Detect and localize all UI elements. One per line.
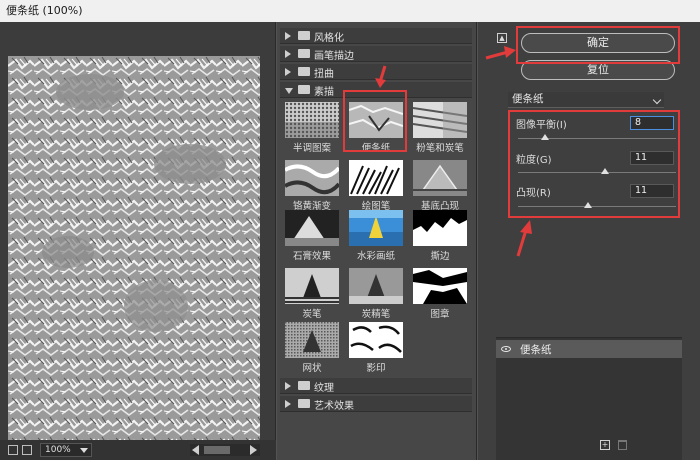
scroll-thumb[interactable] bbox=[204, 446, 230, 454]
folder-icon bbox=[298, 85, 310, 94]
folder-icon bbox=[298, 67, 310, 76]
thumb-label: 影印 bbox=[366, 363, 386, 374]
effect-layer-name: 便条纸 bbox=[520, 344, 552, 356]
expand-icon bbox=[285, 32, 291, 40]
filter-gallery: 风格化 画笔描边 扭曲 素描 半调图案 便条纸 粉笔和炭笔 铬黄渐变 绘图笔 基… bbox=[277, 22, 477, 460]
highlight-params bbox=[508, 110, 680, 218]
thumb-label: 炭笔 bbox=[302, 309, 322, 320]
filter-thumb-reticulation[interactable]: 网状 bbox=[283, 322, 341, 374]
thumb-label: 半调图案 bbox=[292, 143, 331, 154]
folder-icon bbox=[298, 49, 310, 58]
folder-label: 扭曲 bbox=[314, 69, 334, 80]
preview-image[interactable] bbox=[8, 56, 260, 440]
folder-icon bbox=[298, 399, 310, 408]
filter-thumb-photocopy[interactable]: 影印 bbox=[347, 322, 405, 374]
filter-thumb-bas-relief[interactable]: 基底凸现 bbox=[411, 160, 469, 212]
filter-thumb-conte-crayon[interactable]: 炭精笔 bbox=[347, 268, 405, 320]
preview-footer: 100% bbox=[0, 440, 276, 460]
folder-label: 画笔描边 bbox=[314, 51, 354, 62]
reset-label: 复位 bbox=[587, 63, 609, 76]
folder-icon bbox=[298, 381, 310, 390]
expand-icon bbox=[285, 68, 291, 76]
folder-stylize[interactable]: 风格化 bbox=[280, 28, 472, 44]
zoom-in-button[interactable] bbox=[22, 445, 32, 455]
expand-icon bbox=[285, 50, 291, 58]
expand-icon bbox=[285, 382, 291, 390]
filter-thumb-chrome[interactable]: 铬黄渐变 bbox=[283, 160, 341, 212]
folder-texture[interactable]: 纹理 bbox=[280, 378, 472, 394]
thumb-label: 炭精笔 bbox=[361, 309, 391, 320]
filter-thumb-torn-edges[interactable]: 撕边 bbox=[411, 210, 469, 262]
effect-layer-row[interactable]: 便条纸 bbox=[496, 340, 682, 358]
annotation-arrow-icon bbox=[375, 65, 387, 88]
filter-thumb-chalk-charcoal[interactable]: 粉笔和炭笔 bbox=[411, 102, 469, 154]
chevron-down-icon bbox=[652, 95, 662, 105]
folder-artistic[interactable]: 艺术效果 bbox=[280, 396, 472, 412]
thumb-label: 石膏效果 bbox=[292, 251, 331, 262]
trash-icon[interactable] bbox=[618, 440, 627, 450]
filter-thumb-water-paper[interactable]: 水彩画纸 bbox=[347, 210, 405, 262]
folder-label: 纹理 bbox=[314, 383, 334, 394]
chevron-down-icon[interactable] bbox=[80, 448, 88, 453]
filter-thumb-graphic-pen[interactable]: 绘图笔 bbox=[347, 160, 405, 212]
filter-select-value: 便条纸 bbox=[512, 93, 544, 105]
thumb-label: 撕边 bbox=[430, 251, 450, 262]
preview-panel: 100% bbox=[0, 22, 276, 460]
folder-brush-strokes[interactable]: 画笔描边 bbox=[280, 46, 472, 62]
new-layer-icon[interactable]: + bbox=[600, 440, 610, 450]
collapse-icon bbox=[285, 88, 293, 94]
folder-icon bbox=[298, 31, 310, 40]
window-title: 便条纸 (100%) bbox=[0, 0, 700, 22]
annotation-arrow-icon bbox=[485, 46, 516, 60]
thumb-label: 网状 bbox=[302, 363, 322, 374]
folder-label: 素描 bbox=[314, 87, 334, 98]
settings-panel: ▲ 确定 复位 便条纸 图像平衡(I) 8 粒度(G) 11 凸现(R) 11 … bbox=[478, 22, 700, 460]
filter-select[interactable]: 便条纸 bbox=[508, 92, 664, 108]
eye-icon[interactable] bbox=[501, 346, 511, 352]
scroll-left-icon[interactable] bbox=[192, 445, 199, 455]
thumb-label: 图章 bbox=[430, 309, 450, 320]
thumb-label: 水彩画纸 bbox=[356, 251, 395, 262]
scroll-right-icon[interactable] bbox=[250, 445, 257, 455]
expand-icon bbox=[285, 400, 291, 408]
filter-thumb-plaster[interactable]: 石膏效果 bbox=[283, 210, 341, 262]
effect-layers-panel: 便条纸 + bbox=[496, 337, 682, 460]
folder-label: 风格化 bbox=[314, 33, 344, 44]
highlight-ok-button bbox=[516, 26, 680, 64]
thumb-label: 粉笔和炭笔 bbox=[416, 143, 464, 154]
annotation-arrow-icon bbox=[516, 220, 532, 257]
collapse-gallery-icon[interactable]: ▲ bbox=[497, 33, 507, 43]
zoom-out-button[interactable] bbox=[8, 445, 18, 455]
filter-thumb-charcoal[interactable]: 炭笔 bbox=[283, 268, 341, 320]
zoom-value: 100% bbox=[45, 445, 71, 455]
folder-label: 艺术效果 bbox=[314, 401, 354, 412]
filter-thumb-halftone[interactable]: 半调图案 bbox=[283, 102, 341, 154]
filter-thumb-stamp[interactable]: 图章 bbox=[411, 268, 469, 320]
highlight-selected-filter bbox=[343, 90, 407, 152]
